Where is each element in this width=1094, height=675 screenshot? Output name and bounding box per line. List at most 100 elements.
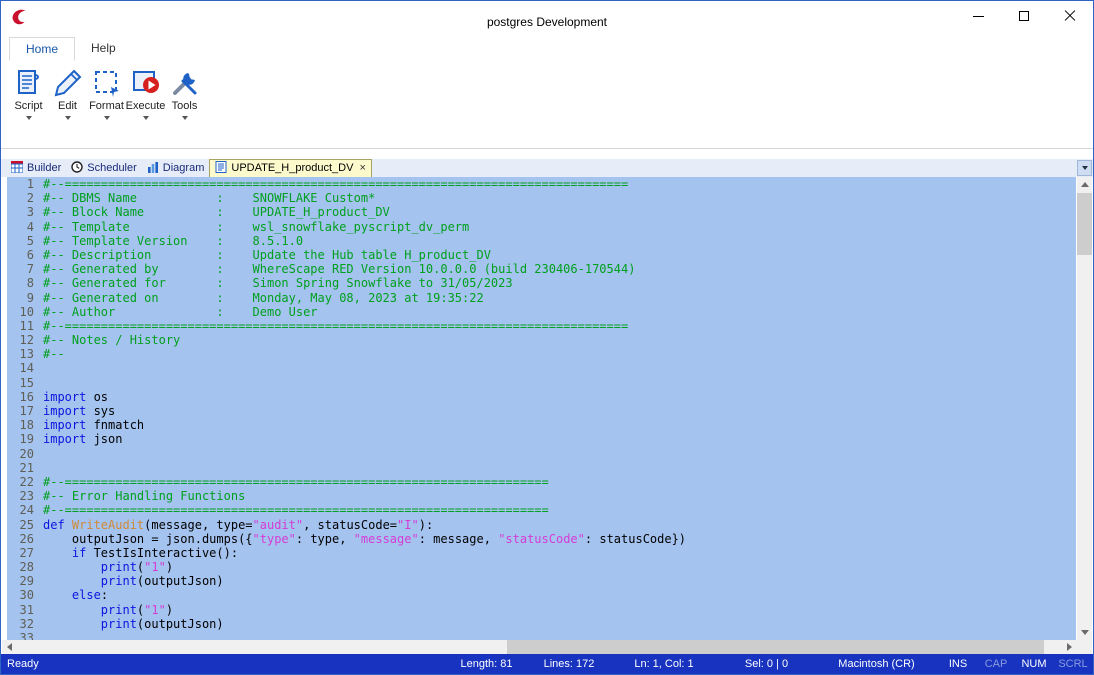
tools-button[interactable]: Tools: [165, 64, 204, 148]
scroll-right-button[interactable]: [1062, 640, 1076, 654]
code-line-text: #--: [43, 347, 65, 361]
status-bar: Ready Length: 81 Lines: 172 Ln: 1, Col: …: [1, 654, 1093, 674]
line-number: 23: [7, 489, 43, 503]
line-number: 11: [7, 319, 43, 333]
line-number: 25: [7, 518, 43, 532]
code-line-text: #--=====================================…: [43, 475, 549, 489]
close-button[interactable]: [1047, 1, 1093, 31]
code-line-text: import fnmatch: [43, 418, 144, 432]
ribbon-tab-bar: Home Help: [1, 37, 1093, 61]
code-line-text: #-- Generated for : Simon Spring Snowfla…: [43, 276, 513, 290]
tab-builder[interactable]: Builder: [6, 160, 66, 177]
vertical-scroll-thumb[interactable]: [1077, 193, 1092, 255]
code-line: 15: [7, 376, 1076, 390]
code-editor[interactable]: 1 #--====================================…: [7, 177, 1076, 640]
code-line: 17import sys: [7, 404, 1076, 418]
minimize-icon: [973, 16, 984, 17]
code-line: 28 print("1"): [7, 560, 1076, 574]
chevron-down-icon[interactable]: [65, 116, 71, 120]
scroll-down-button[interactable]: [1077, 625, 1092, 640]
builder-icon: [11, 161, 23, 176]
line-number: 15: [7, 376, 43, 390]
edit-pencil-icon: [52, 67, 84, 99]
execute-icon: [130, 67, 162, 99]
code-line-text: #-- Block Name : UPDATE_H_product_DV: [43, 205, 390, 219]
chevron-down-icon[interactable]: [182, 116, 188, 120]
ribbon-button-label: Tools: [172, 100, 198, 112]
code-lines: 1 #--====================================…: [7, 177, 1076, 640]
ribbon-button-label: Edit: [58, 100, 77, 112]
code-line-text: import json: [43, 432, 122, 446]
ribbon-button-label: Format: [89, 100, 124, 112]
tab-list-dropdown[interactable]: [1077, 160, 1092, 176]
code-line: 9#-- Generated on : Monday, May 08, 2023…: [7, 291, 1076, 305]
code-line: 32 print(outputJson): [7, 617, 1076, 631]
chevron-down-icon[interactable]: [26, 116, 32, 120]
app-window: postgres Development Home Help Script Ed…: [0, 0, 1094, 675]
code-line: 8#-- Generated for : Simon Spring Snowfl…: [7, 276, 1076, 290]
tab-home[interactable]: Home: [9, 37, 75, 61]
line-number: 21: [7, 461, 43, 475]
code-line-text: #-- Generated on : Monday, May 08, 2023 …: [43, 291, 484, 305]
chevron-down-icon: [1082, 166, 1088, 170]
chevron-down-icon[interactable]: [143, 116, 149, 120]
tab-update-h-product-dv[interactable]: UPDATE_H_product_DV ×: [209, 159, 372, 178]
execute-button[interactable]: Execute: [126, 64, 165, 148]
code-line-text: #-- Notes / History: [43, 333, 180, 347]
maximize-button[interactable]: [1001, 1, 1047, 31]
script-icon: [13, 67, 45, 99]
line-number: 9: [7, 291, 43, 305]
line-number: 7: [7, 262, 43, 276]
scroll-up-button[interactable]: [1077, 177, 1092, 192]
line-number: 19: [7, 432, 43, 446]
line-number: 22: [7, 475, 43, 489]
code-line: 1#--====================================…: [7, 177, 1076, 191]
line-number: 17: [7, 404, 43, 418]
line-number: 18: [7, 418, 43, 432]
code-line: 27 if TestIsInteractive():: [7, 546, 1076, 560]
code-line-text: def WriteAudit(message, type="audit", st…: [43, 518, 433, 532]
ribbon-button-label: Execute: [126, 100, 166, 112]
horizontal-scroll-thumb[interactable]: [507, 640, 1044, 654]
line-number: 31: [7, 603, 43, 617]
edit-button[interactable]: Edit: [48, 64, 87, 148]
script-file-icon: [215, 161, 227, 176]
code-line: 10#-- Author : Demo User: [7, 305, 1076, 319]
script-button[interactable]: Script: [9, 64, 48, 148]
close-tab-icon[interactable]: ×: [359, 163, 365, 173]
scroll-left-button[interactable]: [2, 640, 16, 654]
code-line-text: print("1"): [43, 560, 173, 574]
format-button[interactable]: Format: [87, 64, 126, 148]
tab-diagram[interactable]: Diagram: [142, 160, 210, 177]
code-line-text: #-- Template Version : 8.5.1.0: [43, 234, 303, 248]
horizontal-scrollbar[interactable]: [2, 640, 1076, 654]
code-line: 23#-- Error Handling Functions: [7, 489, 1076, 503]
arrow-down-icon: [1081, 630, 1089, 635]
status-length: Length: 81: [444, 658, 529, 670]
ribbon: Script Edit Format Execute: [1, 61, 1093, 149]
chevron-down-icon[interactable]: [104, 116, 110, 120]
line-number: 12: [7, 333, 43, 347]
status-ready: Ready: [1, 658, 444, 670]
code-line: 29 print(outputJson): [7, 574, 1076, 588]
line-number: 32: [7, 617, 43, 631]
code-line: 19import json: [7, 432, 1076, 446]
arrow-left-icon: [7, 643, 12, 651]
line-number: 26: [7, 532, 43, 546]
arrow-up-icon: [1081, 182, 1089, 187]
vertical-scrollbar[interactable]: [1077, 177, 1092, 640]
line-number: 24: [7, 503, 43, 517]
line-number: 27: [7, 546, 43, 560]
code-line: 14: [7, 361, 1076, 375]
status-scroll-lock: SCRL: [1053, 658, 1093, 670]
code-line: 24#--===================================…: [7, 503, 1076, 517]
code-line-text: else:: [43, 588, 108, 602]
code-line-text: #-- Generated by : WhereScape RED Versio…: [43, 262, 635, 276]
tab-help[interactable]: Help: [75, 37, 132, 61]
line-number: 1: [7, 177, 43, 191]
minimize-button[interactable]: [955, 1, 1001, 31]
tab-scheduler[interactable]: Scheduler: [66, 160, 142, 177]
line-number: 13: [7, 347, 43, 361]
line-number: 8: [7, 276, 43, 290]
code-line-text: #-- Template : wsl_snowflake_pyscript_dv…: [43, 220, 469, 234]
